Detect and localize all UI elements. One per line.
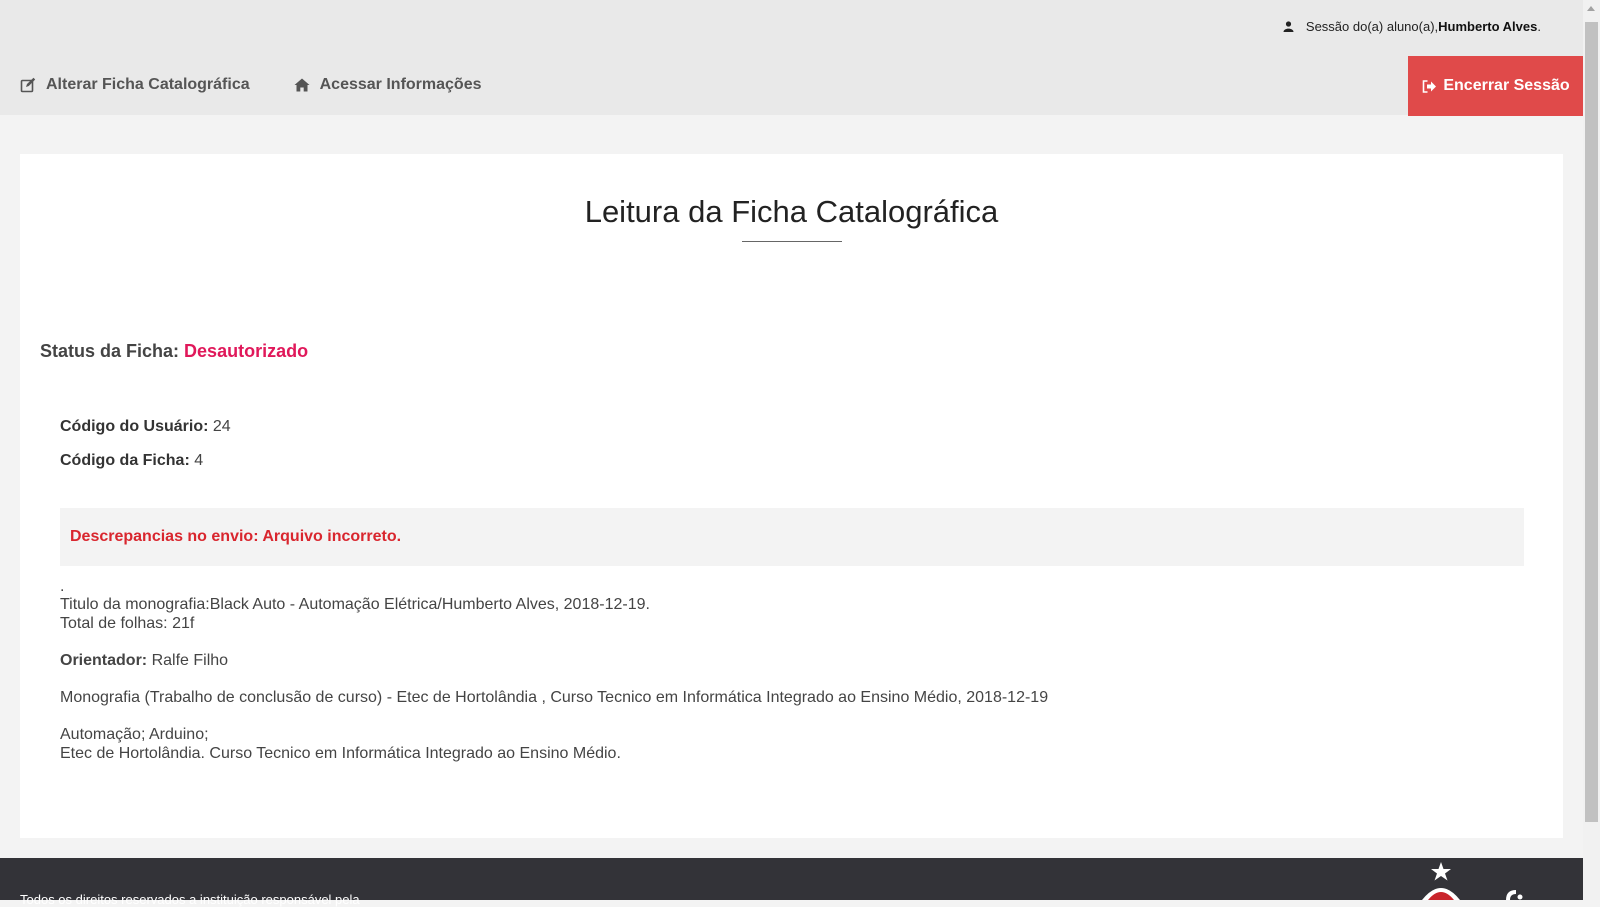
user-code-label: Código do Usuário: [60,418,209,435]
sign-out-icon [1423,79,1437,93]
institution-logo [1422,862,1460,900]
session-info: Sessão do(a) aluno(a), Humberto Alves. [1283,19,1541,34]
form-code-value: 4 [194,452,204,469]
session-prefix: Sessão do(a) aluno(a), [1305,19,1439,34]
partner-logo [1506,890,1523,900]
top-navbar: Sessão do(a) aluno(a), Humberto Alves. A… [0,0,1584,116]
status-ficha: Status da Ficha: Desautorizado [40,341,308,362]
footer: Todos os direitos reservados a instituiç… [0,858,1583,907]
form-code-field: Código da Ficha: 4 [60,452,203,470]
title-divider [742,241,842,242]
monograph-title: Titulo da monografia:Black Auto - Automa… [60,596,650,613]
advisor-field: Orientador: Ralfe Filho [60,651,228,670]
nav-alterar-ficha-label: Alterar Ficha Catalográfica [46,76,250,93]
keywords: Automação; Arduino; [60,726,209,743]
scroll-up-arrow-icon[interactable] [1587,6,1595,11]
monograph-description: Monografia (Trabalho de conclusão de cur… [60,689,1049,706]
user-icon [1283,21,1294,32]
user-code-field: Código do Usuário: 24 [60,418,231,436]
discrepancy-alert-text: Descrepancias no envio: Arquivo incorret… [70,528,402,545]
edit-icon [20,77,36,93]
session-user-name: Humberto Alves [1438,19,1538,34]
status-value: Desautorizado [184,341,309,361]
nav-acessar-informacoes-label: Acessar Informações [319,76,482,93]
content-card: Leitura da Ficha Catalográfica Status da… [20,154,1563,838]
form-code-label: Código da Ficha: [60,452,190,469]
scrollbar-thumb[interactable] [1585,22,1598,822]
vertical-scrollbar[interactable] [1583,0,1600,900]
user-code-value: 24 [212,418,231,435]
home-icon [294,78,310,92]
discrepancy-alert: Descrepancias no envio: Arquivo incorret… [60,508,1524,566]
institution-course: Etec de Hortolândia. Curso Tecnico em In… [60,745,621,762]
total-pages: Total de folhas: 21f [60,615,195,632]
encerrar-sessao-label: Encerrar Sessão [1443,77,1570,94]
status-label: Status da Ficha: [40,341,180,361]
session-suffix: . [1537,19,1541,34]
advisor-label: Orientador: [60,652,148,669]
advisor-value: Ralfe Filho [151,652,229,669]
catalog-dot: . [60,578,65,595]
nav-alterar-ficha[interactable]: Alterar Ficha Catalográfica [20,76,250,94]
encerrar-sessao-button[interactable]: Encerrar Sessão [1408,56,1584,116]
nav-acessar-informacoes[interactable]: Acessar Informações [294,76,482,94]
main-nav: Alterar Ficha Catalográfica Acessar Info… [20,76,525,94]
page-title: Leitura da Ficha Catalográfica [584,194,999,229]
